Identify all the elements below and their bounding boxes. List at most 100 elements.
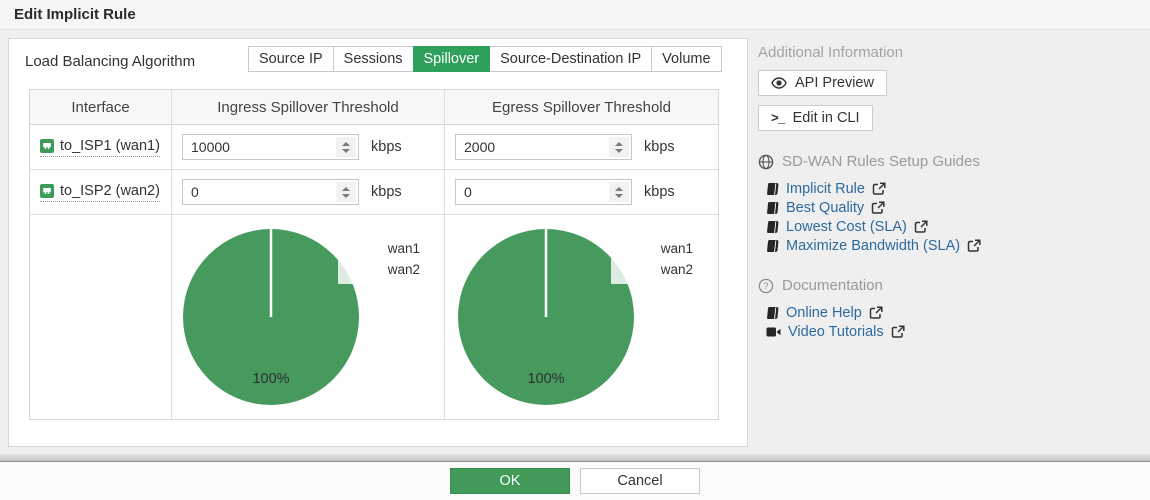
table-row: kbps bbox=[172, 170, 445, 215]
column-header-interface: Interface bbox=[30, 90, 172, 125]
table-row: kbps bbox=[445, 170, 718, 215]
egress-threshold-input-wan1 bbox=[455, 134, 632, 160]
link-maximize-bandwidth-sla[interactable]: Maximize Bandwidth (SLA) bbox=[766, 236, 1143, 255]
stepper-control[interactable] bbox=[336, 137, 356, 157]
chevron-down-icon[interactable] bbox=[342, 193, 350, 198]
chevron-up-icon[interactable] bbox=[342, 186, 350, 191]
link-implicit-rule[interactable]: Implicit Rule bbox=[766, 179, 1143, 198]
book-icon bbox=[766, 239, 779, 253]
book-icon bbox=[766, 201, 779, 215]
ok-button[interactable]: OK bbox=[450, 468, 570, 494]
chevron-up-icon[interactable] bbox=[342, 141, 350, 146]
edit-in-cli-button[interactable]: >_ Edit in CLI bbox=[758, 105, 873, 131]
ingress-threshold-input-wan2 bbox=[182, 179, 359, 205]
chevron-down-icon[interactable] bbox=[342, 148, 350, 153]
interface-name: to_ISP1 (wan1) bbox=[60, 137, 160, 154]
chevron-down-icon[interactable] bbox=[615, 148, 623, 153]
ingress-threshold-input-wan1 bbox=[182, 134, 359, 160]
pie-legend: wan1 wan2 bbox=[611, 234, 701, 284]
chevron-up-icon[interactable] bbox=[615, 141, 623, 146]
video-camera-icon bbox=[766, 326, 781, 338]
external-link-icon bbox=[891, 324, 905, 339]
chevron-down-icon[interactable] bbox=[615, 193, 623, 198]
interface-wan1[interactable]: to_ISP1 (wan1) bbox=[40, 138, 160, 157]
terminal-icon: >_ bbox=[771, 110, 786, 126]
empty-cell bbox=[30, 215, 172, 419]
tab-source-destination-ip[interactable]: Source-Destination IP bbox=[489, 46, 653, 72]
api-preview-label: API Preview bbox=[795, 75, 874, 91]
legend-entry-wan2[interactable]: wan2 bbox=[346, 259, 420, 280]
page-title: Edit Implicit Rule bbox=[14, 6, 136, 23]
unit-label: kbps bbox=[644, 184, 675, 200]
link-best-quality[interactable]: Best Quality bbox=[766, 198, 1143, 217]
link-label: Best Quality bbox=[786, 199, 865, 216]
interface-name: to_ISP2 (wan2) bbox=[60, 182, 160, 199]
interface-wan2[interactable]: to_ISP2 (wan2) bbox=[40, 183, 160, 202]
sidebar-title: Additional Information bbox=[758, 44, 904, 61]
column-header-egress: Egress Spillover Threshold bbox=[445, 90, 718, 125]
globe-icon bbox=[758, 154, 774, 170]
egress-threshold-field-wan1[interactable] bbox=[456, 135, 607, 159]
table-row: kbps bbox=[445, 125, 718, 170]
cancel-button[interactable]: Cancel bbox=[580, 468, 700, 494]
ingress-threshold-field-wan1[interactable] bbox=[183, 135, 334, 159]
external-link-icon bbox=[871, 200, 885, 215]
spillover-table: Interface Ingress Spillover Threshold Eg… bbox=[29, 89, 719, 420]
api-preview-button[interactable]: API Preview bbox=[758, 70, 887, 96]
column-header-ingress: Ingress Spillover Threshold bbox=[172, 90, 445, 125]
link-online-help[interactable]: Online Help bbox=[766, 303, 1143, 322]
egress-threshold-input-wan2 bbox=[455, 179, 632, 205]
book-icon bbox=[766, 306, 779, 320]
link-video-tutorials[interactable]: Video Tutorials bbox=[766, 322, 1143, 341]
link-label: Lowest Cost (SLA) bbox=[786, 218, 907, 235]
stepper-control[interactable] bbox=[609, 182, 629, 202]
egress-threshold-field-wan2[interactable] bbox=[456, 180, 607, 204]
ethernet-port-icon bbox=[40, 183, 54, 198]
link-lowest-cost-sla[interactable]: Lowest Cost (SLA) bbox=[766, 217, 1143, 236]
tab-spillover[interactable]: Spillover bbox=[412, 46, 491, 72]
table-row: kbps bbox=[172, 125, 445, 170]
chevron-up-icon[interactable] bbox=[615, 186, 623, 191]
footer-bar: OK Cancel bbox=[0, 461, 1150, 500]
link-label: Maximize Bandwidth (SLA) bbox=[786, 237, 961, 254]
link-label: Implicit Rule bbox=[786, 180, 865, 197]
external-link-icon bbox=[914, 219, 928, 234]
stepper-control[interactable] bbox=[336, 182, 356, 202]
external-link-icon bbox=[872, 181, 886, 196]
svg-text:?: ? bbox=[763, 281, 768, 291]
additional-information-sidebar: Additional Information API Preview >_ Ed… bbox=[758, 44, 1143, 341]
legend-entry-wan2[interactable]: wan2 bbox=[619, 259, 693, 280]
table-row: to_ISP1 (wan1) bbox=[30, 125, 172, 170]
pie-legend: wan1 wan2 bbox=[338, 234, 428, 284]
tab-volume[interactable]: Volume bbox=[651, 46, 722, 72]
footer-shadow bbox=[0, 453, 1150, 461]
link-label: Online Help bbox=[786, 304, 862, 321]
external-link-icon bbox=[869, 305, 883, 320]
documentation-section-header: ? Documentation bbox=[758, 277, 1143, 294]
load-balancing-label: Load Balancing Algorithm bbox=[25, 53, 196, 70]
unit-label: kbps bbox=[371, 139, 402, 155]
legend-entry-wan1[interactable]: wan1 bbox=[619, 238, 693, 259]
eye-icon bbox=[771, 77, 787, 89]
tab-source-ip[interactable]: Source IP bbox=[248, 46, 334, 72]
documentation-links: Online Help Video Tutorials bbox=[766, 303, 1143, 341]
legend-entry-wan1[interactable]: wan1 bbox=[346, 238, 420, 259]
question-icon: ? bbox=[758, 278, 774, 294]
ingress-threshold-field-wan2[interactable] bbox=[183, 180, 334, 204]
setup-guides-section-header: SD-WAN Rules Setup Guides bbox=[758, 153, 1143, 170]
table-row: to_ISP2 (wan2) bbox=[30, 170, 172, 215]
algorithm-tab-group: Source IP Sessions Spillover Source-Dest… bbox=[248, 46, 722, 72]
documentation-title: Documentation bbox=[782, 277, 883, 294]
tab-sessions[interactable]: Sessions bbox=[332, 46, 414, 72]
setup-guides-title: SD-WAN Rules Setup Guides bbox=[782, 153, 980, 170]
ethernet-port-icon bbox=[40, 138, 54, 153]
stepper-control[interactable] bbox=[609, 137, 629, 157]
load-balancing-panel: Load Balancing Algorithm Source IP Sessi… bbox=[8, 38, 748, 447]
pie-percent-label: 100% bbox=[252, 371, 290, 387]
external-link-icon bbox=[967, 238, 981, 253]
unit-label: kbps bbox=[371, 184, 402, 200]
pie-percent-label: 100% bbox=[527, 371, 565, 387]
setup-guides-links: Implicit Rule Best Quality Lowest Cost (… bbox=[766, 179, 1143, 255]
link-label: Video Tutorials bbox=[788, 323, 884, 340]
ingress-pie-cell: wan1 wan2 100% bbox=[172, 215, 445, 419]
